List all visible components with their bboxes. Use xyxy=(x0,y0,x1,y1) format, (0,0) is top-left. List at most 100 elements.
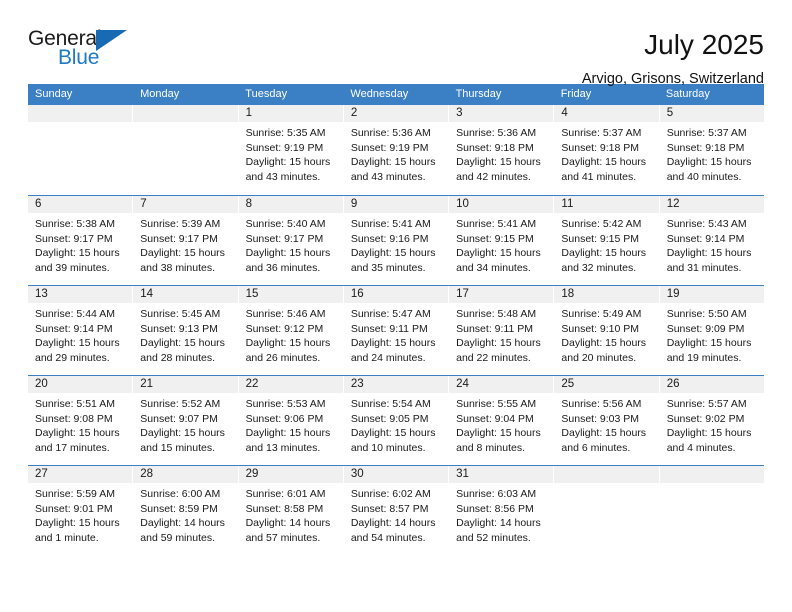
calendar-day-cell-9[interactable]: 9 Sunrise: 5:41 AM Sunset: 9:16 PM Dayli… xyxy=(343,196,450,285)
calendar-day-cell-7[interactable]: 7 Sunrise: 5:39 AM Sunset: 9:17 PM Dayli… xyxy=(133,196,239,285)
day-details: Sunrise: 6:01 AM Sunset: 8:58 PM Dayligh… xyxy=(239,483,343,545)
day-details: Sunrise: 5:39 AM Sunset: 9:17 PM Dayligh… xyxy=(133,213,237,275)
sunrise-text: Sunrise: 5:46 AM xyxy=(245,308,326,320)
calendar-day-cell-24[interactable]: 24 Sunrise: 5:55 AM Sunset: 9:04 PM Dayl… xyxy=(449,376,555,465)
sunrise-text: Sunrise: 6:01 AM xyxy=(245,488,326,500)
daylight-text-line2: and 32 minutes. xyxy=(561,261,637,274)
daylight-text-line2: and 13 minutes. xyxy=(245,441,321,454)
day-number: 9 xyxy=(343,196,449,213)
calendar-day-cell-17[interactable]: 17 Sunrise: 5:48 AM Sunset: 9:11 PM Dayl… xyxy=(449,286,555,375)
calendar-day-cell-14[interactable]: 14 Sunrise: 5:45 AM Sunset: 9:13 PM Dayl… xyxy=(133,286,239,375)
day-number: 17 xyxy=(449,286,554,303)
calendar-day-cell-4[interactable]: 4 Sunrise: 5:37 AM Sunset: 9:18 PM Dayli… xyxy=(554,105,660,195)
calendar-day-cell-12[interactable]: 12 Sunrise: 5:43 AM Sunset: 9:14 PM Dayl… xyxy=(659,196,764,285)
sunset-text: Sunset: 9:11 PM xyxy=(456,322,533,335)
daylight-text-line2: and 28 minutes. xyxy=(140,351,215,364)
daylight-text-line1: Daylight: 15 hours xyxy=(245,427,331,439)
daylight-text-line2: and 4 minutes. xyxy=(666,441,736,454)
sunrise-text: Sunrise: 5:54 AM xyxy=(350,398,431,410)
calendar-day-cell-21[interactable]: 21 Sunrise: 5:52 AM Sunset: 9:07 PM Dayl… xyxy=(133,376,239,465)
sunset-text: Sunset: 8:56 PM xyxy=(456,502,534,515)
calendar-weeks: 1 Sunrise: 5:35 AM Sunset: 9:19 PM Dayli… xyxy=(28,105,764,555)
calendar-day-cell-25[interactable]: 25 Sunrise: 5:56 AM Sunset: 9:03 PM Dayl… xyxy=(554,376,660,465)
sunset-text: Sunset: 9:10 PM xyxy=(561,322,640,335)
calendar-day-cell-1[interactable]: 1 Sunrise: 5:35 AM Sunset: 9:19 PM Dayli… xyxy=(238,105,344,195)
calendar-day-cell-13[interactable]: 13 Sunrise: 5:44 AM Sunset: 9:14 PM Dayl… xyxy=(28,286,134,375)
daylight-text-line2: and 43 minutes. xyxy=(245,170,321,183)
calendar-day-cell-19[interactable]: 19 Sunrise: 5:50 AM Sunset: 9:09 PM Dayl… xyxy=(659,286,764,375)
day-details: Sunrise: 5:41 AM Sunset: 9:15 PM Dayligh… xyxy=(449,213,553,275)
day-number: 2 xyxy=(343,105,449,122)
daylight-text-line1: Daylight: 15 hours xyxy=(350,156,436,168)
calendar-day-cell-16[interactable]: 16 Sunrise: 5:47 AM Sunset: 9:11 PM Dayl… xyxy=(343,286,450,375)
daylight-text-line2: and 19 minutes. xyxy=(666,351,742,364)
weekday-header-monday: Monday xyxy=(140,88,180,100)
day-details: Sunrise: 5:43 AM Sunset: 9:14 PM Dayligh… xyxy=(660,213,764,275)
daylight-text-line1: Daylight: 15 hours xyxy=(561,427,647,439)
logo-text-blue: Blue xyxy=(58,46,100,69)
calendar-day-cell-3[interactable]: 3 Sunrise: 5:36 AM Sunset: 9:18 PM Dayli… xyxy=(449,105,555,195)
calendar-day-cell-20[interactable]: 20 Sunrise: 5:51 AM Sunset: 9:08 PM Dayl… xyxy=(28,376,134,465)
calendar-day-cell-28[interactable]: 28 Sunrise: 6:00 AM Sunset: 8:59 PM Dayl… xyxy=(133,466,239,555)
daylight-text-line2: and 40 minutes. xyxy=(666,170,742,183)
calendar-day-cell-22[interactable]: 22 Sunrise: 5:53 AM Sunset: 9:06 PM Dayl… xyxy=(238,376,344,465)
calendar-day-cell-18[interactable]: 18 Sunrise: 5:49 AM Sunset: 9:10 PM Dayl… xyxy=(554,286,660,375)
day-details: Sunrise: 5:49 AM Sunset: 9:10 PM Dayligh… xyxy=(554,303,658,365)
sunrise-text: Sunrise: 5:40 AM xyxy=(245,218,326,230)
daylight-text-line1: Daylight: 15 hours xyxy=(456,337,541,349)
day-number: 12 xyxy=(659,196,764,213)
day-details: Sunrise: 5:46 AM Sunset: 9:12 PM Dayligh… xyxy=(239,303,343,365)
day-number: 11 xyxy=(554,196,659,213)
day-number: 10 xyxy=(449,196,554,213)
sunrise-text: Sunrise: 5:44 AM xyxy=(35,308,115,320)
day-number: 26 xyxy=(659,376,764,393)
calendar-day-cell-23[interactable]: 23 Sunrise: 5:54 AM Sunset: 9:05 PM Dayl… xyxy=(343,376,450,465)
sunset-text: Sunset: 9:17 PM xyxy=(245,232,324,245)
sunrise-text: Sunrise: 5:42 AM xyxy=(561,218,642,230)
calendar-week-row-1: 1 Sunrise: 5:35 AM Sunset: 9:19 PM Dayli… xyxy=(28,105,764,195)
sunrise-text: Sunrise: 6:02 AM xyxy=(350,488,431,500)
sunrise-text: Sunrise: 5:45 AM xyxy=(140,308,221,320)
calendar-day-cell-30[interactable]: 30 Sunrise: 6:02 AM Sunset: 8:57 PM Dayl… xyxy=(343,466,450,555)
calendar-day-cell-15[interactable]: 15 Sunrise: 5:46 AM Sunset: 9:12 PM Dayl… xyxy=(238,286,344,375)
sunrise-text: Sunrise: 5:38 AM xyxy=(35,218,115,230)
calendar-day-cell-27[interactable]: 27 Sunrise: 5:59 AM Sunset: 9:01 PM Dayl… xyxy=(28,466,134,555)
calendar-day-cell-10[interactable]: 10 Sunrise: 5:41 AM Sunset: 9:15 PM Dayl… xyxy=(449,196,555,285)
calendar-grid: Sunday Monday Tuesday Wednesday Thursday… xyxy=(28,84,764,555)
calendar-day-cell-2[interactable]: 2 Sunrise: 5:36 AM Sunset: 9:19 PM Dayli… xyxy=(343,105,450,195)
sunrise-text: Sunrise: 5:35 AM xyxy=(245,127,326,139)
day-details: Sunrise: 5:57 AM Sunset: 9:02 PM Dayligh… xyxy=(660,393,764,455)
sunrise-text: Sunrise: 5:59 AM xyxy=(35,488,115,500)
daylight-text-line2: and 24 minutes. xyxy=(350,351,426,364)
sunset-text: Sunset: 9:09 PM xyxy=(666,322,745,335)
day-details: Sunrise: 5:50 AM Sunset: 9:09 PM Dayligh… xyxy=(660,303,764,365)
calendar-day-cell-6[interactable]: 6 Sunrise: 5:38 AM Sunset: 9:17 PM Dayli… xyxy=(28,196,134,285)
calendar-day-cell-8[interactable]: 8 Sunrise: 5:40 AM Sunset: 9:17 PM Dayli… xyxy=(238,196,344,285)
logo-triangle-icon xyxy=(96,30,127,51)
calendar-day-cell-26[interactable]: 26 Sunrise: 5:57 AM Sunset: 9:02 PM Dayl… xyxy=(659,376,764,465)
daylight-text-line2: and 43 minutes. xyxy=(350,170,426,183)
general-blue-logo[interactable]: General Blue xyxy=(28,28,138,74)
calendar-day-cell-5[interactable]: 5 Sunrise: 5:37 AM Sunset: 9:18 PM Dayli… xyxy=(659,105,764,195)
sunrise-text: Sunrise: 5:51 AM xyxy=(35,398,115,410)
day-number: 4 xyxy=(554,105,659,122)
daylight-text-line1: Daylight: 15 hours xyxy=(561,337,647,349)
day-number: 28 xyxy=(133,466,238,483)
day-details: Sunrise: 5:47 AM Sunset: 9:11 PM Dayligh… xyxy=(344,303,448,365)
sunrise-text: Sunrise: 5:37 AM xyxy=(666,127,747,139)
daylight-text-line2: and 20 minutes. xyxy=(561,351,637,364)
day-number: 20 xyxy=(28,376,133,393)
calendar-week-row-2: 6 Sunrise: 5:38 AM Sunset: 9:17 PM Dayli… xyxy=(28,195,764,285)
sunset-text: Sunset: 9:01 PM xyxy=(35,502,113,515)
calendar-day-cell-31[interactable]: 31 Sunrise: 6:03 AM Sunset: 8:56 PM Dayl… xyxy=(449,466,555,555)
calendar-day-cell-11[interactable]: 11 Sunrise: 5:42 AM Sunset: 9:15 PM Dayl… xyxy=(554,196,660,285)
day-details: Sunrise: 5:36 AM Sunset: 9:18 PM Dayligh… xyxy=(449,122,553,184)
calendar-week-row-5: 27 Sunrise: 5:59 AM Sunset: 9:01 PM Dayl… xyxy=(28,465,764,555)
page-title: July 2025 xyxy=(644,29,764,60)
weekday-header-saturday: Saturday xyxy=(665,88,710,100)
weekday-header-tuesday: Tuesday xyxy=(245,88,288,100)
sunrise-text: Sunrise: 5:49 AM xyxy=(561,308,642,320)
day-details: Sunrise: 5:36 AM Sunset: 9:19 PM Dayligh… xyxy=(344,122,448,184)
daylight-text-line1: Daylight: 15 hours xyxy=(666,247,752,259)
calendar-day-cell-29[interactable]: 29 Sunrise: 6:01 AM Sunset: 8:58 PM Dayl… xyxy=(238,466,344,555)
